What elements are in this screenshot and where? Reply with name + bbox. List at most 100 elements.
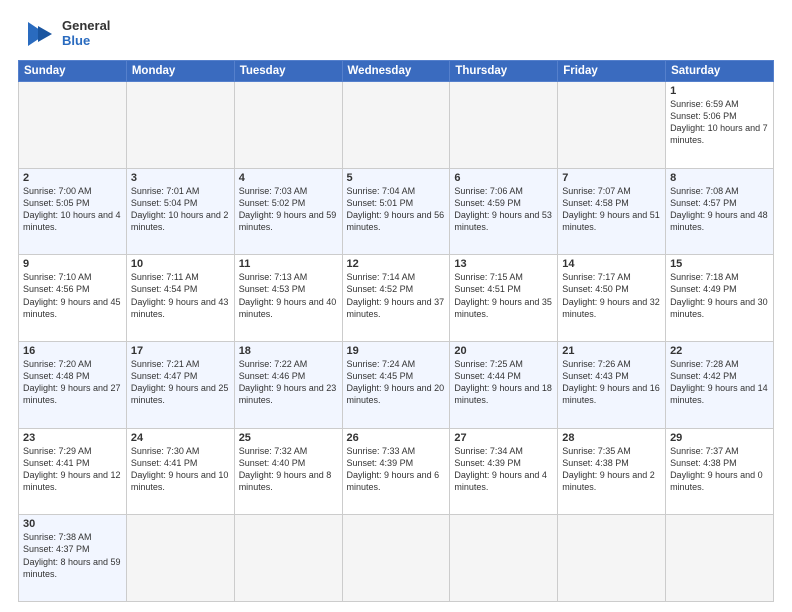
- day-number: 29: [670, 432, 769, 444]
- day-number: 6: [454, 172, 553, 184]
- day-info: Sunrise: 7:22 AM Sunset: 4:46 PM Dayligh…: [239, 358, 338, 407]
- weekday-header-sunday: Sunday: [19, 61, 127, 82]
- weekday-header-monday: Monday: [126, 61, 234, 82]
- page: GeneralBlue SundayMondayTuesdayWednesday…: [0, 0, 792, 612]
- day-number: 9: [23, 258, 122, 270]
- day-info: Sunrise: 7:06 AM Sunset: 4:59 PM Dayligh…: [454, 185, 553, 234]
- calendar-body: 1Sunrise: 6:59 AM Sunset: 5:06 PM Daylig…: [19, 82, 774, 602]
- weekday-header-wednesday: Wednesday: [342, 61, 450, 82]
- calendar-cell-1-6: 8Sunrise: 7:08 AM Sunset: 4:57 PM Daylig…: [666, 168, 774, 255]
- day-info: Sunrise: 7:15 AM Sunset: 4:51 PM Dayligh…: [454, 271, 553, 320]
- day-number: 15: [670, 258, 769, 270]
- calendar-cell-2-3: 12Sunrise: 7:14 AM Sunset: 4:52 PM Dayli…: [342, 255, 450, 342]
- calendar-cell-4-5: 28Sunrise: 7:35 AM Sunset: 4:38 PM Dayli…: [558, 428, 666, 515]
- calendar-week-3: 16Sunrise: 7:20 AM Sunset: 4:48 PM Dayli…: [19, 341, 774, 428]
- calendar-cell-3-2: 18Sunrise: 7:22 AM Sunset: 4:46 PM Dayli…: [234, 341, 342, 428]
- calendar-cell-4-6: 29Sunrise: 7:37 AM Sunset: 4:38 PM Dayli…: [666, 428, 774, 515]
- calendar-cell-5-4: [450, 515, 558, 602]
- day-info: Sunrise: 7:17 AM Sunset: 4:50 PM Dayligh…: [562, 271, 661, 320]
- calendar-cell-0-6: 1Sunrise: 6:59 AM Sunset: 5:06 PM Daylig…: [666, 82, 774, 169]
- day-number: 28: [562, 432, 661, 444]
- calendar-cell-0-5: [558, 82, 666, 169]
- day-info: Sunrise: 7:10 AM Sunset: 4:56 PM Dayligh…: [23, 271, 122, 320]
- calendar-cell-1-1: 3Sunrise: 7:01 AM Sunset: 5:04 PM Daylig…: [126, 168, 234, 255]
- calendar-cell-5-3: [342, 515, 450, 602]
- day-number: 8: [670, 172, 769, 184]
- day-info: Sunrise: 7:00 AM Sunset: 5:05 PM Dayligh…: [23, 185, 122, 234]
- calendar-cell-4-3: 26Sunrise: 7:33 AM Sunset: 4:39 PM Dayli…: [342, 428, 450, 515]
- day-number: 26: [347, 432, 446, 444]
- day-info: Sunrise: 7:33 AM Sunset: 4:39 PM Dayligh…: [347, 445, 446, 494]
- day-info: Sunrise: 7:13 AM Sunset: 4:53 PM Dayligh…: [239, 271, 338, 320]
- day-number: 5: [347, 172, 446, 184]
- calendar-cell-4-1: 24Sunrise: 7:30 AM Sunset: 4:41 PM Dayli…: [126, 428, 234, 515]
- calendar-table: SundayMondayTuesdayWednesdayThursdayFrid…: [18, 60, 774, 602]
- weekday-header-friday: Friday: [558, 61, 666, 82]
- day-info: Sunrise: 7:08 AM Sunset: 4:57 PM Dayligh…: [670, 185, 769, 234]
- day-info: Sunrise: 7:04 AM Sunset: 5:01 PM Dayligh…: [347, 185, 446, 234]
- calendar-cell-3-1: 17Sunrise: 7:21 AM Sunset: 4:47 PM Dayli…: [126, 341, 234, 428]
- day-info: Sunrise: 7:28 AM Sunset: 4:42 PM Dayligh…: [670, 358, 769, 407]
- weekday-header-tuesday: Tuesday: [234, 61, 342, 82]
- calendar-cell-1-2: 4Sunrise: 7:03 AM Sunset: 5:02 PM Daylig…: [234, 168, 342, 255]
- day-info: Sunrise: 7:25 AM Sunset: 4:44 PM Dayligh…: [454, 358, 553, 407]
- day-info: Sunrise: 7:11 AM Sunset: 4:54 PM Dayligh…: [131, 271, 230, 320]
- day-number: 18: [239, 345, 338, 357]
- calendar-cell-5-5: [558, 515, 666, 602]
- calendar-cell-5-6: [666, 515, 774, 602]
- day-info: Sunrise: 6:59 AM Sunset: 5:06 PM Dayligh…: [670, 98, 769, 147]
- day-number: 4: [239, 172, 338, 184]
- day-number: 11: [239, 258, 338, 270]
- day-info: Sunrise: 7:14 AM Sunset: 4:52 PM Dayligh…: [347, 271, 446, 320]
- day-info: Sunrise: 7:01 AM Sunset: 5:04 PM Dayligh…: [131, 185, 230, 234]
- calendar-week-4: 23Sunrise: 7:29 AM Sunset: 4:41 PM Dayli…: [19, 428, 774, 515]
- calendar-cell-2-6: 15Sunrise: 7:18 AM Sunset: 4:49 PM Dayli…: [666, 255, 774, 342]
- day-number: 30: [23, 518, 122, 530]
- calendar-week-2: 9Sunrise: 7:10 AM Sunset: 4:56 PM Daylig…: [19, 255, 774, 342]
- weekday-header-thursday: Thursday: [450, 61, 558, 82]
- day-info: Sunrise: 7:26 AM Sunset: 4:43 PM Dayligh…: [562, 358, 661, 407]
- day-number: 22: [670, 345, 769, 357]
- day-info: Sunrise: 7:37 AM Sunset: 4:38 PM Dayligh…: [670, 445, 769, 494]
- day-number: 7: [562, 172, 661, 184]
- calendar-cell-4-0: 23Sunrise: 7:29 AM Sunset: 4:41 PM Dayli…: [19, 428, 127, 515]
- calendar-cell-3-0: 16Sunrise: 7:20 AM Sunset: 4:48 PM Dayli…: [19, 341, 127, 428]
- day-info: Sunrise: 7:29 AM Sunset: 4:41 PM Dayligh…: [23, 445, 122, 494]
- day-number: 16: [23, 345, 122, 357]
- day-info: Sunrise: 7:20 AM Sunset: 4:48 PM Dayligh…: [23, 358, 122, 407]
- day-info: Sunrise: 7:30 AM Sunset: 4:41 PM Dayligh…: [131, 445, 230, 494]
- logo-icon: [18, 18, 58, 50]
- day-info: Sunrise: 7:38 AM Sunset: 4:37 PM Dayligh…: [23, 531, 122, 580]
- day-number: 23: [23, 432, 122, 444]
- day-number: 1: [670, 85, 769, 97]
- calendar-cell-3-5: 21Sunrise: 7:26 AM Sunset: 4:43 PM Dayli…: [558, 341, 666, 428]
- logo-blue-text: Blue: [62, 33, 90, 48]
- calendar-cell-2-5: 14Sunrise: 7:17 AM Sunset: 4:50 PM Dayli…: [558, 255, 666, 342]
- calendar-cell-3-6: 22Sunrise: 7:28 AM Sunset: 4:42 PM Dayli…: [666, 341, 774, 428]
- day-number: 19: [347, 345, 446, 357]
- calendar-cell-2-0: 9Sunrise: 7:10 AM Sunset: 4:56 PM Daylig…: [19, 255, 127, 342]
- day-number: 12: [347, 258, 446, 270]
- day-number: 14: [562, 258, 661, 270]
- day-number: 24: [131, 432, 230, 444]
- calendar-cell-2-2: 11Sunrise: 7:13 AM Sunset: 4:53 PM Dayli…: [234, 255, 342, 342]
- logo: GeneralBlue: [18, 18, 110, 50]
- day-number: 20: [454, 345, 553, 357]
- day-info: Sunrise: 7:18 AM Sunset: 4:49 PM Dayligh…: [670, 271, 769, 320]
- calendar-week-5: 30Sunrise: 7:38 AM Sunset: 4:37 PM Dayli…: [19, 515, 774, 602]
- logo-general-text: General: [62, 18, 110, 33]
- calendar-week-0: 1Sunrise: 6:59 AM Sunset: 5:06 PM Daylig…: [19, 82, 774, 169]
- day-info: Sunrise: 7:32 AM Sunset: 4:40 PM Dayligh…: [239, 445, 338, 494]
- logo-text: GeneralBlue: [62, 19, 110, 49]
- day-number: 3: [131, 172, 230, 184]
- day-info: Sunrise: 7:24 AM Sunset: 4:45 PM Dayligh…: [347, 358, 446, 407]
- calendar-cell-1-4: 6Sunrise: 7:06 AM Sunset: 4:59 PM Daylig…: [450, 168, 558, 255]
- day-info: Sunrise: 7:35 AM Sunset: 4:38 PM Dayligh…: [562, 445, 661, 494]
- calendar-cell-0-0: [19, 82, 127, 169]
- day-number: 21: [562, 345, 661, 357]
- calendar-cell-5-1: [126, 515, 234, 602]
- calendar-cell-0-4: [450, 82, 558, 169]
- calendar-week-1: 2Sunrise: 7:00 AM Sunset: 5:05 PM Daylig…: [19, 168, 774, 255]
- calendar-cell-1-5: 7Sunrise: 7:07 AM Sunset: 4:58 PM Daylig…: [558, 168, 666, 255]
- day-number: 10: [131, 258, 230, 270]
